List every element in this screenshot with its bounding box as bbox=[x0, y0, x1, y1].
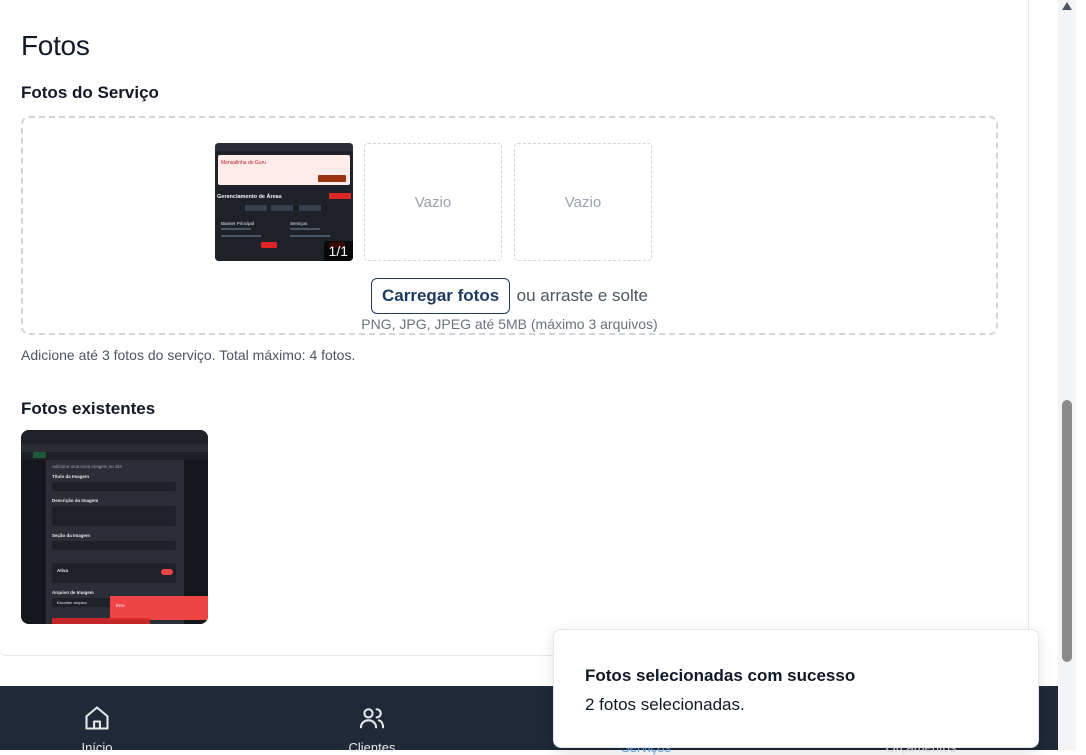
existing-preview-line: Escolher arquivo bbox=[57, 600, 88, 605]
thumbnail-card2: Serviços bbox=[290, 221, 308, 226]
helper-text: Adicione até 3 fotos do serviço. Total m… bbox=[21, 347, 356, 363]
empty-photo-slot: Vazio bbox=[514, 143, 652, 261]
existing-photo[interactable]: Adicione uma nova imagem ao site Título … bbox=[21, 430, 208, 624]
scrollbar-thumb[interactable] bbox=[1062, 400, 1072, 662]
existing-preview-line: Descrição da Imagem bbox=[52, 498, 98, 503]
home-icon bbox=[85, 706, 109, 730]
existing-photos-label: Fotos existentes bbox=[21, 399, 156, 418]
photo-dropzone[interactable]: Mensalinha do Guru Gerenciamento de Área… bbox=[21, 116, 998, 335]
success-toast[interactable]: Fotos selecionadas com sucesso 2 fotos s… bbox=[553, 629, 1039, 748]
existing-preview-line: Adicione uma nova imagem ao site bbox=[52, 464, 123, 469]
upload-hint: PNG, JPG, JPEG até 5MB (máximo 3 arquivo… bbox=[361, 316, 658, 332]
thumbnail-title: Gerenciamento de Áreas bbox=[217, 193, 282, 200]
nav-label: Clientes bbox=[348, 740, 396, 755]
photo-thumbnail[interactable]: Mensalinha do Guru Gerenciamento de Área… bbox=[215, 143, 353, 261]
toast-description: 2 fotos selecionadas. bbox=[585, 695, 745, 714]
existing-preview-line: Título da Imagem bbox=[52, 474, 89, 479]
nav-label: Início bbox=[81, 740, 113, 755]
nav-item-inicio[interactable]: Início bbox=[37, 686, 157, 755]
thumbnail-card1: Banner Principal bbox=[221, 221, 254, 226]
toast-title: Fotos selecionadas com sucesso bbox=[585, 666, 856, 685]
existing-preview-line: Seção da Imagem bbox=[52, 533, 90, 538]
empty-photo-slot: Vazio bbox=[364, 143, 502, 261]
nav-item-clientes[interactable]: Clientes bbox=[312, 686, 432, 755]
existing-photo-image: Adicione uma nova imagem ao site Título … bbox=[21, 430, 208, 624]
photo-counter: 1/1 bbox=[323, 241, 353, 261]
existing-preview-line: Arquivo de Imagem bbox=[52, 590, 94, 595]
upload-row: Carregar fotos ou arraste e solte bbox=[23, 278, 996, 314]
empty-slot-label: Vazio bbox=[414, 193, 452, 211]
empty-slot-label: Vazio bbox=[564, 193, 602, 211]
upload-photos-button[interactable]: Carregar fotos bbox=[371, 278, 511, 314]
page-title: Fotos bbox=[21, 30, 90, 61]
drag-drop-text: ou arraste e solte bbox=[516, 286, 648, 305]
scroll-up-arrow-icon[interactable] bbox=[1062, 2, 1072, 10]
existing-preview-error: Erro bbox=[116, 603, 125, 608]
existing-preview-line: Ativa bbox=[57, 568, 69, 573]
thumbnail-alert-title: Mensalinha do Guru bbox=[221, 160, 266, 166]
users-icon bbox=[359, 708, 385, 729]
service-photos-label: Fotos do Serviço bbox=[21, 83, 159, 102]
